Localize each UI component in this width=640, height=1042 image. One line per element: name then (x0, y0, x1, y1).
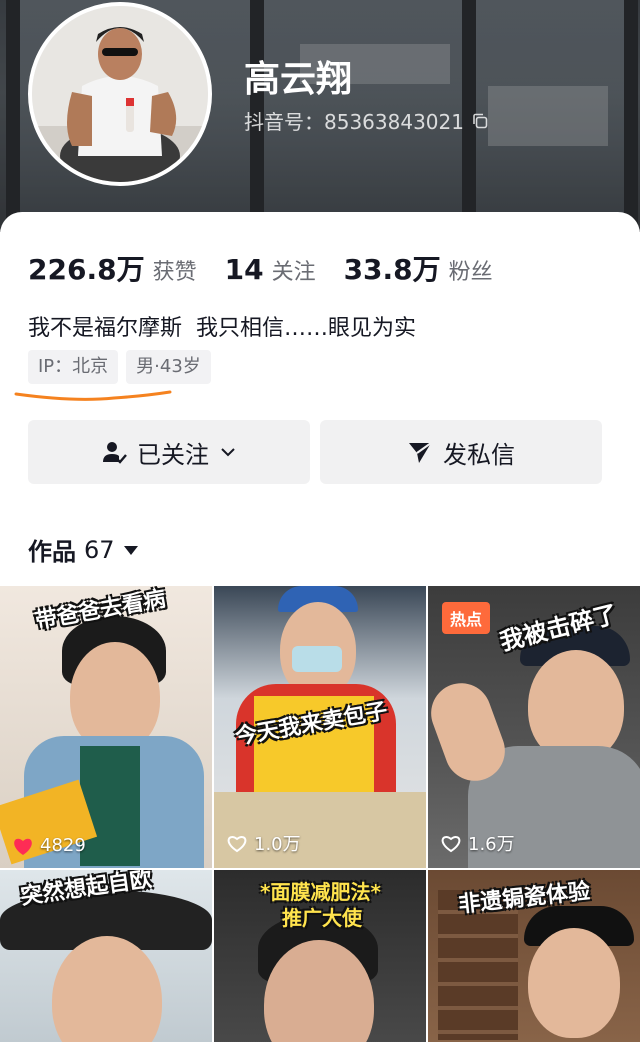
video-thumbnail[interactable]: 今天我来卖包子 1.0万 (214, 586, 426, 868)
followed-button[interactable]: 已关注 (28, 420, 310, 484)
gender-age-tag: 男·43岁 (126, 350, 211, 384)
ip-location-tag: IP：北京 (28, 350, 119, 384)
video-caption-line2: 推广大使 (282, 906, 362, 930)
send-message-button[interactable]: 发私信 (320, 420, 602, 484)
video-thumbnail[interactable]: 突然想起自欧 (0, 870, 212, 1042)
video-caption: *面膜减肥法* (260, 880, 381, 904)
like-count: 4829 (12, 835, 86, 856)
send-icon (409, 442, 432, 463)
douyin-id-text: 抖音号：85363843021 (244, 110, 464, 134)
like-count-value: 1.0万 (254, 834, 301, 855)
send-message-label: 发私信 (443, 440, 515, 469)
stat-label: 关注 (271, 260, 316, 285)
caret-down-icon (123, 545, 138, 555)
stats-row: 226.8万 获赞 14 关注 33.8万 粉丝 (28, 248, 521, 288)
avatar-image (32, 6, 208, 182)
stat-label: 获赞 (152, 260, 197, 285)
heart-filled-icon (14, 838, 32, 855)
stat-followers[interactable]: 33.8万 粉丝 (344, 248, 493, 288)
works-tab[interactable]: 作品 67 (28, 532, 139, 567)
copy-icon[interactable] (472, 113, 488, 129)
stat-value: 33.8万 (343, 253, 441, 286)
video-grid: 带爸爸去看病 4829 今天我来卖包子 1.0万 热点 我被击碎了 1.6万 突… (0, 586, 640, 1042)
video-thumbnail[interactable]: 热点 我被击碎了 1.6万 (428, 586, 640, 868)
profile-tags: IP：北京 男·43岁 (28, 350, 211, 384)
like-count: 1.0万 (226, 830, 301, 856)
bio-text: 我不是福尔摩斯 我只相信……眼见为实 (28, 316, 416, 341)
nickname: 高云翔 (244, 59, 353, 100)
works-title-label: 作品 (28, 538, 76, 566)
video-thumbnail[interactable]: 带爸爸去看病 4829 (0, 586, 212, 868)
like-count-value: 4829 (40, 835, 86, 856)
video-thumbnail[interactable]: *面膜减肥法* 推广大使 (214, 870, 426, 1042)
avatar[interactable] (28, 2, 212, 186)
user-check-icon (103, 442, 127, 464)
followed-button-label: 已关注 (137, 440, 209, 469)
profile-card: 226.8万 获赞 14 关注 33.8万 粉丝 我不是福尔摩斯 我只相信……眼… (0, 212, 640, 1042)
like-count-value: 1.6万 (468, 834, 515, 855)
stat-label: 粉丝 (448, 260, 493, 285)
stat-value: 226.8万 (28, 253, 145, 286)
heart-outline-icon (441, 836, 461, 853)
handdrawn-underline (14, 390, 172, 401)
works-count: 67 (84, 535, 115, 564)
stat-value: 14 (224, 253, 264, 286)
hot-badge: 热点 (442, 602, 491, 634)
douyin-id[interactable]: 抖音号：85363843021 (244, 106, 488, 135)
like-count: 1.6万 (440, 830, 515, 856)
heart-outline-icon (227, 836, 247, 853)
stat-likes[interactable]: 226.8万 获赞 (28, 248, 197, 288)
chevron-down-icon (221, 448, 235, 457)
video-thumbnail[interactable]: 非遗锔瓷体验 (428, 870, 640, 1042)
stat-following[interactable]: 14 关注 (225, 253, 316, 286)
